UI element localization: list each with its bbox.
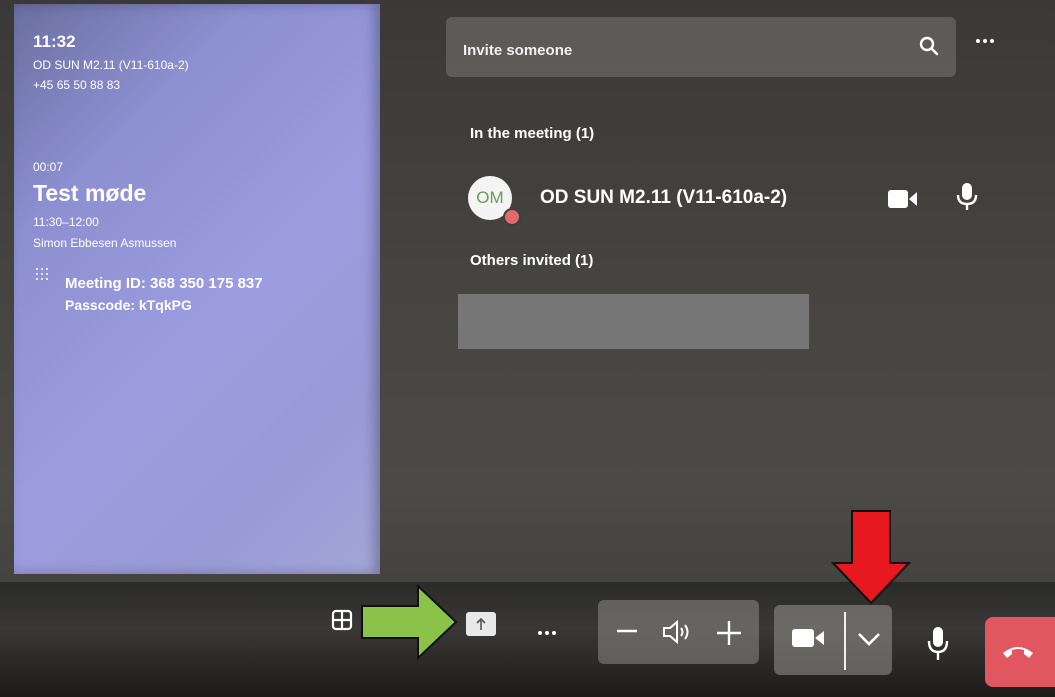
invite-search-input[interactable]: Invite someone bbox=[446, 17, 956, 77]
divider bbox=[844, 612, 846, 670]
clock: 11:32 bbox=[33, 32, 76, 51]
hang-up-icon bbox=[1003, 647, 1033, 658]
volume-up-button[interactable] bbox=[716, 620, 742, 646]
participant-name[interactable]: OD SUN M2.11 (V11-610a-2) bbox=[540, 187, 787, 209]
more-horizontal-icon[interactable] bbox=[536, 622, 570, 636]
meeting-elapsed-time: 00:07 bbox=[33, 160, 64, 174]
invite-placeholder: Invite someone bbox=[463, 42, 573, 59]
meeting-passcode: Passcode: kTqkPG bbox=[65, 297, 192, 313]
redacted-invitee bbox=[458, 294, 809, 349]
microphone-icon[interactable] bbox=[955, 182, 979, 212]
teams-room-screen: 11:32 OD SUN M2.11 (V11-610a-2) +45 65 5… bbox=[0, 0, 1055, 697]
device-name: OD SUN M2.11 (V11-610a-2) bbox=[33, 58, 189, 72]
meeting-time-range: 11:30–12:00 bbox=[33, 215, 99, 229]
share-screen-icon bbox=[476, 617, 486, 630]
dialpad-icon bbox=[36, 268, 50, 282]
video-camera-button[interactable] bbox=[790, 626, 826, 650]
meeting-title: Test møde bbox=[33, 180, 147, 206]
chevron-down-icon[interactable] bbox=[856, 630, 882, 648]
more-options-icon[interactable] bbox=[974, 30, 1004, 50]
red-annotation-arrow bbox=[831, 510, 911, 605]
in-meeting-header: In the meeting (1) bbox=[470, 125, 595, 142]
speaker-icon bbox=[663, 619, 689, 645]
grid-layout-icon[interactable] bbox=[331, 609, 353, 631]
meeting-organizer: Simon Ebbesen Asmussen bbox=[33, 236, 177, 250]
others-invited-header: Others invited (1) bbox=[470, 252, 594, 269]
share-screen-button[interactable] bbox=[466, 612, 496, 636]
green-annotation-arrow bbox=[361, 584, 458, 660]
presence-status-icon bbox=[503, 208, 521, 226]
volume-down-button[interactable] bbox=[616, 620, 638, 642]
meeting-info-panel: 11:32 OD SUN M2.11 (V11-610a-2) +45 65 5… bbox=[14, 4, 380, 574]
microphone-button[interactable] bbox=[926, 626, 950, 662]
meeting-id: Meeting ID: 368 350 175 837 bbox=[65, 275, 263, 292]
device-phone: +45 65 50 88 83 bbox=[33, 78, 121, 92]
video-camera-icon[interactable] bbox=[886, 188, 918, 210]
search-icon[interactable] bbox=[918, 35, 940, 57]
